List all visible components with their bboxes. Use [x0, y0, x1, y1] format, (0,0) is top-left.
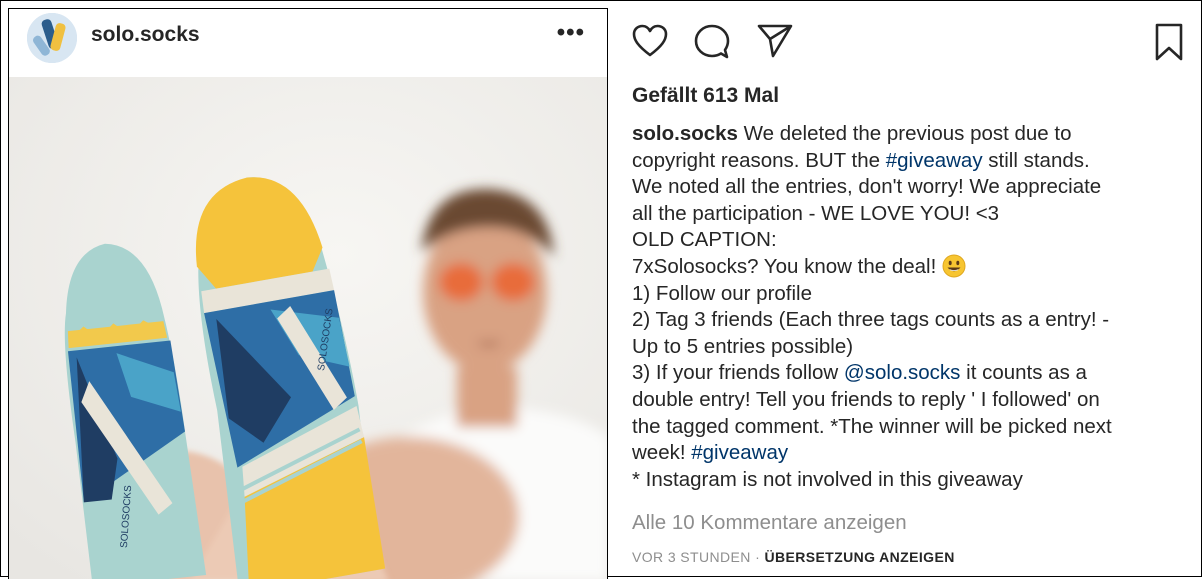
caption-line: all the participation - WE LOVE YOU! <3 — [632, 201, 1000, 225]
view-all-comments-link[interactable]: Alle 10 Kommentare anzeigen — [632, 511, 907, 535]
caption-line: * Instagram is not involved in this give… — [632, 467, 1023, 491]
post-photo-image: SOLOSOCKS SOLOSOCKS — [9, 77, 607, 579]
post-photo[interactable]: SOLOSOCKS SOLOSOCKS — [9, 77, 607, 579]
post-details-pane: Gefällt 613 Mal solo.socks We deleted th… — [612, 0, 1202, 577]
likes-count[interactable]: Gefällt 613 Mal — [632, 84, 779, 108]
caption-text: week! — [632, 441, 692, 465]
caption-line: 2) Tag 3 friends (Each three tags counts… — [632, 308, 1110, 332]
caption-line: We noted all the entries, don't worry! W… — [632, 175, 1102, 199]
caption-text: copyright reasons. BUT the — [632, 148, 886, 172]
post-meta: VOR 3 STUNDEN · ÜBERSETZUNG ANZEIGEN — [632, 549, 955, 565]
post-header: solo.socks ••• — [9, 9, 607, 75]
caption-text: still stands. — [982, 148, 1090, 172]
post-media-pane: solo.socks ••• SOLOSOCKS SOLOSOCKS — [8, 8, 608, 579]
meta-separator: · — [750, 549, 765, 565]
smiley-emoji-icon — [942, 254, 966, 278]
show-translation-button[interactable]: ÜBERSETZUNG ANZEIGEN — [764, 549, 954, 565]
caption-username[interactable]: solo.socks — [632, 122, 738, 145]
bookmark-icon[interactable] — [1154, 22, 1184, 62]
caption-line: the tagged comment. *The winner will be … — [632, 414, 1112, 438]
mention-link[interactable]: @solo.socks — [844, 361, 961, 384]
hashtag-link[interactable]: #giveaway — [691, 441, 788, 464]
caption-text: it counts as a — [960, 361, 1087, 385]
caption-text: 7xSolosocks? You know the deal! — [632, 254, 942, 278]
caption-line: week! #giveaway — [632, 440, 1192, 467]
share-icon[interactable] — [756, 22, 794, 60]
avatar-image — [27, 13, 77, 63]
caption-line: double entry! Tell you friends to reply … — [632, 387, 1100, 411]
caption-line: 7xSolosocks? You know the deal! — [632, 254, 1192, 281]
caption-line: OLD CAPTION: — [632, 228, 777, 252]
heart-icon[interactable] — [632, 24, 668, 58]
caption-text: 3) If your friends follow — [632, 361, 844, 385]
caption-line: copyright reasons. BUT the #giveaway sti… — [632, 148, 1192, 175]
hashtag-link[interactable]: #giveaway — [886, 149, 983, 172]
caption-line: Up to 5 entries possible) — [632, 334, 854, 358]
caption-text: We deleted the previous post due to — [737, 122, 1072, 145]
post-timestamp[interactable]: VOR 3 STUNDEN — [632, 549, 751, 565]
comment-icon[interactable] — [694, 24, 730, 60]
post-caption: solo.socks We deleted the previous post … — [632, 121, 1192, 493]
post-username[interactable]: solo.socks — [91, 23, 200, 47]
caption-line: solo.socks We deleted the previous post … — [632, 121, 1192, 148]
avatar[interactable] — [27, 13, 77, 63]
caption-line: 3) If your friends follow @solo.socks it… — [632, 360, 1192, 387]
ellipsis-icon[interactable]: ••• — [557, 19, 585, 47]
caption-line: 1) Follow our profile — [632, 281, 813, 305]
